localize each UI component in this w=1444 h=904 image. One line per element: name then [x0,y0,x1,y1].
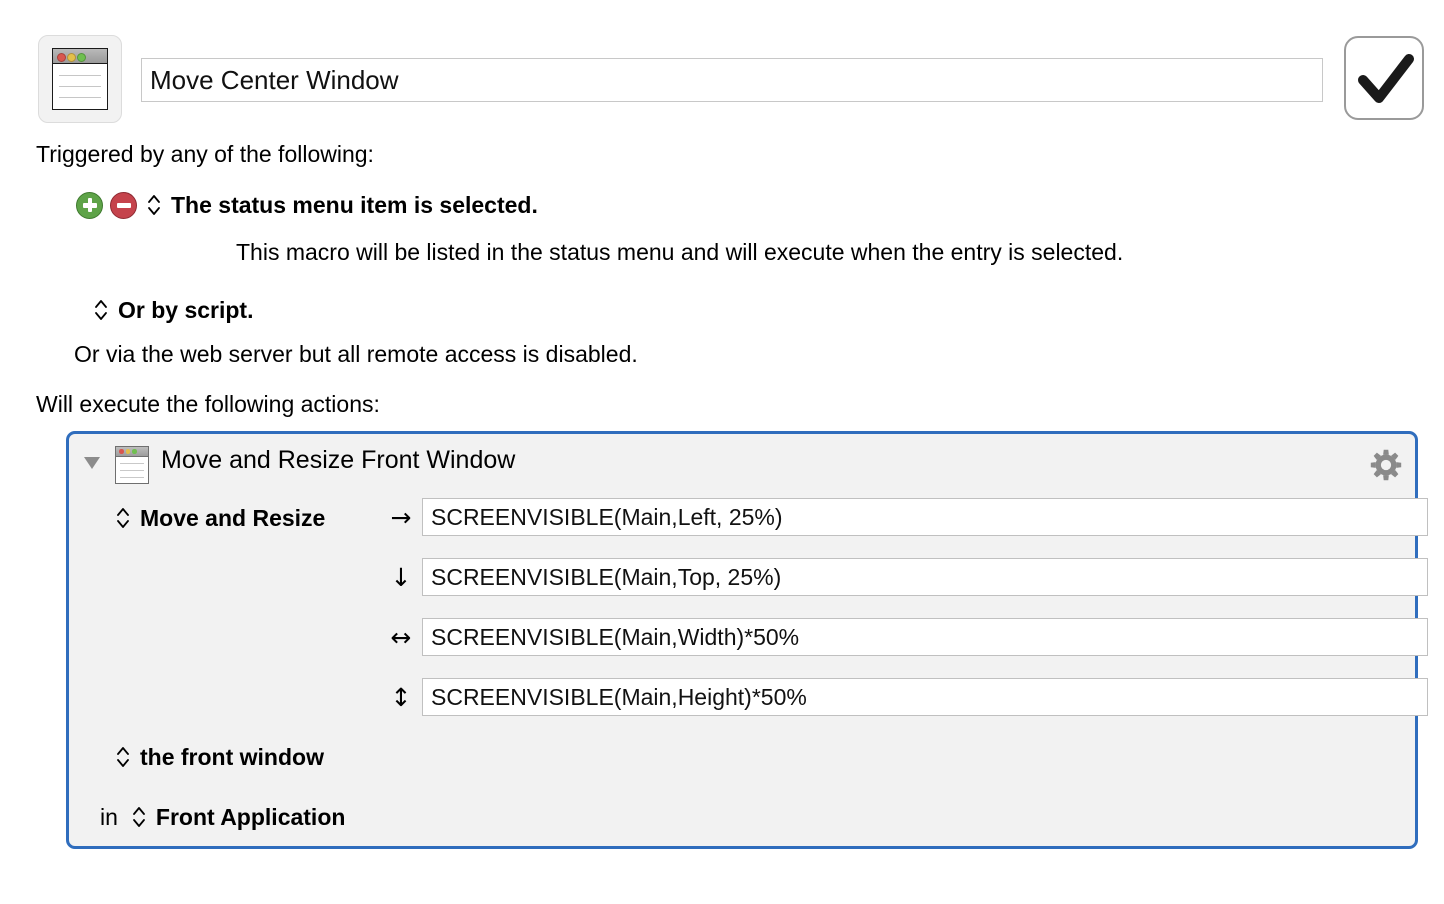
checkmark-icon [1358,54,1414,103]
script-trigger-description: Or via the web server but all remote acc… [74,341,638,367]
application-label[interactable]: Front Application [156,804,346,831]
application-row: in Front Application [100,801,345,833]
operation-label: Move and Resize [140,504,326,531]
gear-icon[interactable] [1367,446,1405,484]
chevron-up-down-icon [133,807,145,827]
arrow-down-icon: ↓ [390,562,412,592]
operation-stepper[interactable] [115,505,131,531]
remove-trigger-button[interactable] [110,191,137,219]
macro-name-input[interactable] [141,58,1323,102]
target-label: the front window [140,743,324,770]
chevron-up-down-icon [117,747,129,767]
arrow-up-down-icon: ↕ [390,682,412,712]
height-field-row: ↕ [380,677,1428,717]
arrow-right-icon: → [390,502,412,532]
macro-header [0,0,1444,132]
height-field[interactable] [422,678,1428,716]
traffic-light-red-icon [119,449,124,454]
chevron-up-down-icon [148,195,160,215]
plus-circle-icon-v [87,198,92,212]
application-stepper[interactable] [131,804,147,830]
macro-icon-titlebar [53,49,107,64]
macro-icon-line [59,86,101,87]
action-window-icon [115,446,149,484]
add-trigger-button[interactable] [76,191,103,219]
traffic-light-green-icon [132,449,137,454]
top-field-row: ↓ [380,557,1428,597]
action-panel[interactable]: Move and Resize Front Window Move and Re… [66,431,1428,849]
macro-icon-line [59,97,101,98]
left-field[interactable] [422,498,1428,536]
minus-circle-icon [116,203,131,208]
action-title: Move and Resize Front Window [161,446,516,474]
target-stepper[interactable] [115,744,131,770]
macro-window-icon-graphic [52,48,108,110]
macro-icon-line [59,75,101,76]
left-field-row: → [380,497,1428,537]
script-trigger-label[interactable]: Or by script. [118,297,253,324]
trigger-description: This macro will be listed in the status … [236,239,1124,265]
macro-enabled-checkbox[interactable] [1344,36,1424,120]
application-prefix-label: in [100,803,118,830]
operation-selector[interactable]: Move and Resize [106,500,325,536]
traffic-light-green-icon [77,52,86,62]
action-icon-titlebar [116,447,148,457]
triangle-down-icon[interactable] [80,450,104,474]
arrow-left-right-icon: ↔ [390,622,412,652]
trigger-row: The status menu item is selected. [76,190,538,220]
action-icon-line [120,463,144,464]
actions-heading: Will execute the following actions: [36,391,380,417]
action-icon-line [120,477,144,478]
top-field[interactable] [422,558,1428,596]
trigger-type-label[interactable]: The status menu item is selected. [171,192,538,219]
traffic-light-yellow-icon [125,449,130,454]
action-icon-line [120,470,144,471]
chevron-up-down-icon [95,300,107,320]
width-field[interactable] [422,618,1428,656]
macro-window-icon[interactable] [38,35,122,123]
macro-editor-window: Triggered by any of the following: The s… [0,0,1444,904]
width-field-row: ↔ [380,617,1428,657]
triggers-heading: Triggered by any of the following: [36,141,374,167]
traffic-light-red-icon [57,52,66,62]
script-trigger-stepper[interactable] [93,297,109,323]
script-trigger-row: Or by script. [84,295,253,325]
target-selector[interactable]: the front window [106,741,324,773]
traffic-light-yellow-icon [67,52,76,62]
chevron-up-down-icon [117,508,129,528]
trigger-type-stepper[interactable] [146,192,162,218]
